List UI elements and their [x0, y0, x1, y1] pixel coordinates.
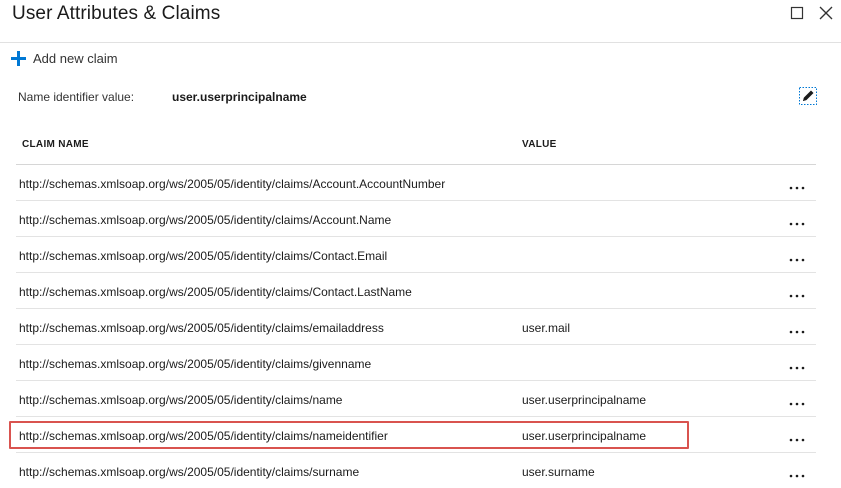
- more-options-icon[interactable]: [788, 320, 806, 338]
- table-row[interactable]: http://schemas.xmlsoap.org/ws/2005/05/id…: [16, 309, 816, 345]
- name-identifier-value: user.userprincipalname: [172, 90, 307, 104]
- more-options-icon[interactable]: [788, 248, 806, 266]
- name-identifier-label: Name identifier value:: [18, 90, 135, 104]
- claim-name-cell: http://schemas.xmlsoap.org/ws/2005/05/id…: [19, 357, 372, 371]
- table-row-nameidentifier[interactable]: http://schemas.xmlsoap.org/ws/2005/05/id…: [16, 417, 816, 453]
- claim-value-cell: user.mail: [522, 321, 571, 335]
- table-row[interactable]: http://schemas.xmlsoap.org/ws/2005/05/id…: [16, 381, 816, 417]
- edit-pencil-icon[interactable]: [799, 87, 817, 105]
- table-row[interactable]: http://schemas.xmlsoap.org/ws/2005/05/id…: [16, 345, 816, 381]
- more-options-icon[interactable]: [788, 356, 806, 374]
- claim-name-cell: http://schemas.xmlsoap.org/ws/2005/05/id…: [19, 213, 392, 227]
- more-options-icon[interactable]: [788, 212, 806, 230]
- table-row[interactable]: http://schemas.xmlsoap.org/ws/2005/05/id…: [16, 273, 816, 309]
- claim-name-cell: http://schemas.xmlsoap.org/ws/2005/05/id…: [19, 393, 343, 407]
- claim-value-cell: user.surname: [522, 465, 595, 479]
- plus-icon: [11, 51, 26, 66]
- maximize-icon[interactable]: [789, 5, 805, 21]
- title-bar: User Attributes & Claims: [0, 0, 841, 43]
- close-icon[interactable]: [818, 5, 834, 21]
- column-header-claim-name[interactable]: CLAIM NAME: [22, 139, 89, 150]
- claim-name-cell: http://schemas.xmlsoap.org/ws/2005/05/id…: [19, 177, 446, 191]
- user-attributes-blade: User Attributes & Claims Add new claim N…: [0, 0, 841, 488]
- table-row[interactable]: http://schemas.xmlsoap.org/ws/2005/05/id…: [16, 453, 816, 488]
- claim-name-cell: http://schemas.xmlsoap.org/ws/2005/05/id…: [19, 465, 360, 479]
- more-options-icon[interactable]: [788, 176, 806, 194]
- more-options-icon[interactable]: [788, 428, 806, 446]
- more-options-icon[interactable]: [788, 464, 806, 482]
- blade-title: User Attributes & Claims: [12, 3, 221, 24]
- claim-name-cell: http://schemas.xmlsoap.org/ws/2005/05/id…: [19, 429, 388, 443]
- more-options-icon[interactable]: [788, 392, 806, 410]
- more-options-icon[interactable]: [788, 284, 806, 302]
- add-new-claim-button[interactable]: Add new claim: [11, 51, 118, 66]
- table-row[interactable]: http://schemas.xmlsoap.org/ws/2005/05/id…: [16, 165, 816, 201]
- name-identifier-row: Name identifier value: user.userprincipa…: [18, 90, 818, 106]
- column-header-value[interactable]: VALUE: [522, 139, 557, 150]
- table-row[interactable]: http://schemas.xmlsoap.org/ws/2005/05/id…: [16, 201, 816, 237]
- claims-table-header: CLAIM NAME VALUE: [16, 130, 816, 165]
- table-row[interactable]: http://schemas.xmlsoap.org/ws/2005/05/id…: [16, 237, 816, 273]
- add-new-claim-label: Add new claim: [33, 51, 118, 66]
- claim-name-cell: http://schemas.xmlsoap.org/ws/2005/05/id…: [19, 249, 388, 263]
- command-bar: Add new claim: [0, 43, 841, 77]
- claim-value-cell: user.userprincipalname: [522, 429, 647, 443]
- claim-value-cell: user.userprincipalname: [522, 393, 647, 407]
- claim-name-cell: http://schemas.xmlsoap.org/ws/2005/05/id…: [19, 285, 412, 299]
- claim-name-cell: http://schemas.xmlsoap.org/ws/2005/05/id…: [19, 321, 384, 335]
